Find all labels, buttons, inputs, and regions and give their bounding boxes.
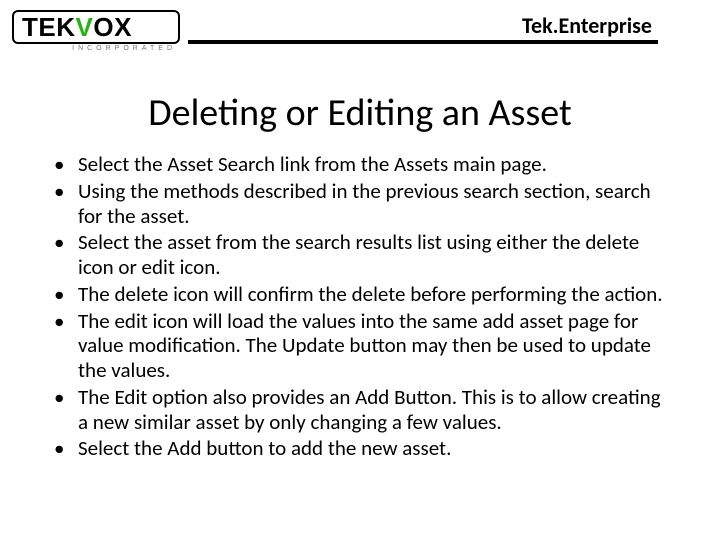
- list-item: Select the Asset Search link from the As…: [48, 152, 672, 177]
- logo-text-tek: TEK: [22, 14, 76, 40]
- logo-main: TEKVOX: [12, 10, 180, 44]
- list-item: The Edit option also provides an Add But…: [48, 385, 672, 435]
- logo-text-v: V: [76, 14, 94, 40]
- list-item: The edit icon will load the values into …: [48, 309, 672, 383]
- content: Select the Asset Search link from the As…: [0, 152, 720, 461]
- header-rule: [188, 40, 658, 44]
- logo-subtext: INCORPORATED: [12, 45, 180, 52]
- logo-text-ox: OX: [93, 14, 132, 40]
- header: TEKVOX INCORPORATED Tek.Enterprise: [0, 0, 720, 60]
- product-name: Tek.Enterprise: [522, 12, 652, 39]
- logo: TEKVOX INCORPORATED: [12, 10, 180, 52]
- list-item: Select the asset from the search results…: [48, 230, 672, 280]
- page-title: Deleting or Editing an Asset: [0, 90, 720, 136]
- list-item: Select the Add button to add the new ass…: [48, 436, 672, 461]
- list-item: The delete icon will confirm the delete …: [48, 282, 672, 307]
- slide: TEKVOX INCORPORATED Tek.Enterprise Delet…: [0, 0, 720, 540]
- list-item: Using the methods described in the previ…: [48, 179, 672, 229]
- bullet-list: Select the Asset Search link from the As…: [48, 152, 672, 461]
